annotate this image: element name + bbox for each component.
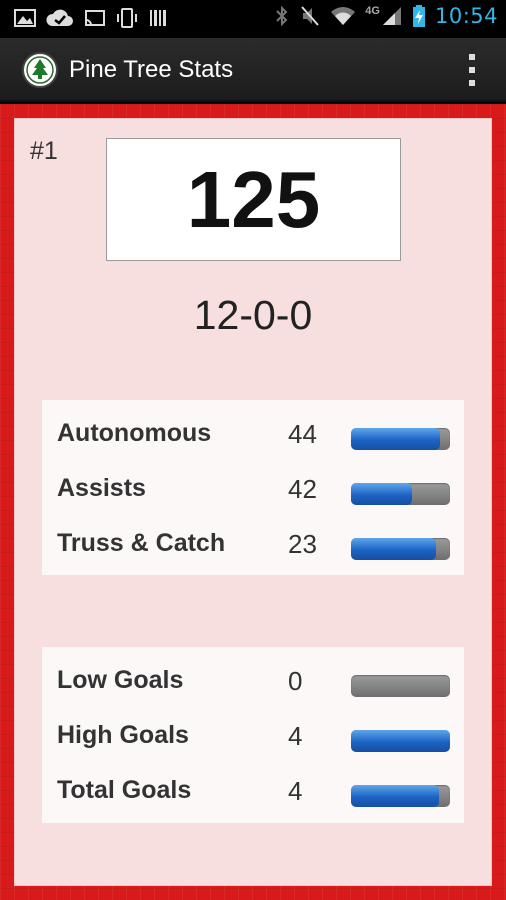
team-number: 125: [186, 154, 321, 244]
stat-value: 42: [288, 474, 317, 504]
stat-value: 0: [288, 666, 303, 696]
stat-label: Autonomous: [57, 419, 212, 447]
primary-stats-panel: Autonomous 44 Assists 42 Truss & Catch 2…: [42, 400, 464, 575]
stat-row-low-goals: Low Goals 0: [42, 662, 464, 702]
stat-bar: [351, 675, 450, 697]
vibrate-icon: [116, 6, 138, 30]
stat-label: Assists: [57, 474, 146, 502]
mute-icon: [299, 4, 321, 28]
bluetooth-icon: [274, 4, 290, 28]
goals-stats-panel: Low Goals 0 High Goals 4 Total Goals 4: [42, 647, 464, 823]
stat-bar: [351, 785, 450, 807]
pine-tree-logo-icon[interactable]: [22, 52, 58, 88]
status-bar: 4G 10:54: [0, 0, 506, 38]
app-title: Pine Tree Stats: [69, 56, 234, 83]
stat-row-autonomous: Autonomous 44: [42, 415, 464, 455]
network-type-label: 4G: [365, 5, 380, 17]
stat-bar-fill: [351, 785, 440, 807]
stat-label: Low Goals: [57, 666, 184, 694]
stat-bar: [351, 538, 450, 560]
stat-bar: [351, 483, 450, 505]
stat-value: 44: [288, 419, 317, 449]
stat-label: High Goals: [57, 721, 189, 749]
cast-icon: [84, 6, 106, 30]
stat-row-truss-catch: Truss & Catch 23: [42, 525, 464, 565]
stat-row-high-goals: High Goals 4: [42, 717, 464, 757]
stat-bar-fill: [351, 538, 437, 560]
stat-bar: [351, 428, 450, 450]
clock: 10:54: [434, 4, 498, 28]
stat-bar: [351, 730, 450, 752]
battery-charging-icon: [412, 4, 426, 28]
team-number-box: 125: [106, 138, 401, 261]
team-rank: #1: [30, 137, 58, 165]
stat-bar-fill: [351, 730, 450, 752]
stat-value: 4: [288, 776, 303, 806]
stat-row-assists: Assists 42: [42, 470, 464, 510]
team-record: 12-0-0: [193, 292, 313, 338]
overflow-menu-icon[interactable]: [466, 54, 478, 86]
gallery-notification-icon: [14, 6, 36, 30]
stat-value: 4: [288, 721, 303, 751]
barcode-icon: [148, 6, 170, 30]
stat-label: Truss & Catch: [57, 529, 226, 557]
stat-value: 23: [288, 529, 317, 559]
stat-bar-fill: [351, 483, 413, 505]
cloud-check-icon: [46, 6, 74, 30]
stat-row-total-goals: Total Goals 4: [42, 772, 464, 812]
stat-bar-fill: [351, 428, 441, 450]
stat-label: Total Goals: [57, 776, 192, 804]
wifi-icon: [330, 4, 356, 28]
action-bar: Pine Tree Stats: [0, 38, 506, 102]
cell-signal-icon: [381, 4, 403, 28]
